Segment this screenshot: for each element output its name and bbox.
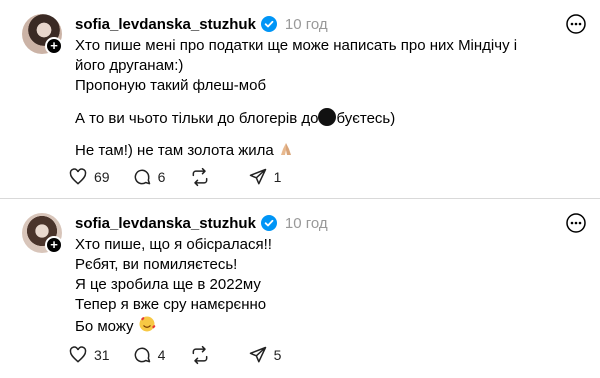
follow-plus-icon[interactable]: + [45,236,63,254]
post-header: sofia_levdanska_stuzhuk 10 год [75,14,328,34]
comment-button[interactable]: 6 [132,167,168,187]
send-icon [249,346,266,363]
repost-icon [192,345,207,365]
more-options-icon[interactable] [566,213,586,233]
smiling-face-with-hearts-icon [139,316,156,332]
post-header: sofia_levdanska_stuzhuk 10 год [75,213,328,233]
heart-icon [69,168,87,185]
username-link[interactable]: sofia_levdanska_stuzhuk [75,215,256,232]
scribble-redaction [318,108,337,126]
verified-badge-icon [260,16,277,32]
post-actions: 31 4 5 [68,345,306,365]
share-count: 5 [273,347,282,363]
post-actions: 69 6 1 [68,167,306,187]
post-line: Рєбят, ви помиляєтесь! [75,256,238,273]
like-count: 31 [94,347,110,363]
post-line: А то ви чьото тільки до блогерів до буєте… [75,108,396,127]
praying-hands-icon [280,143,291,155]
avatar[interactable]: + [22,213,63,254]
post-line: Бо можу [75,315,575,337]
post-timestamp[interactable]: 10 год [285,215,328,232]
like-button[interactable]: 69 [68,167,110,187]
comment-icon [134,347,150,363]
send-icon [249,168,266,185]
post-line: Хто пише, що я обісралася!! [75,236,272,253]
post-text: Хто пише, що я обісралася!! Рєбят, ви по… [75,235,575,337]
comment-icon [134,169,150,185]
post: + sofia_levdanska_stuzhuk 10 год Хто пиш… [0,0,600,198]
share-button[interactable]: 1 [248,167,284,187]
post: + sofia_levdanska_stuzhuk 10 год Хто пиш… [0,199,600,378]
post-line: його друганам:) [75,57,184,74]
repost-button[interactable] [190,345,226,365]
post-line: Я це зробила ще в 2022му [75,276,261,293]
username-link[interactable]: sofia_levdanska_stuzhuk [75,16,256,33]
post-line: Не там!) не там золота жила [75,141,575,161]
verified-badge-icon [260,215,277,231]
repost-button[interactable] [190,167,226,187]
like-count: 69 [94,169,110,185]
heart-icon [69,346,87,363]
more-options-icon[interactable] [566,14,586,34]
post-text: Хто пише мені про податки ще може написа… [75,36,575,161]
comment-count: 6 [157,169,166,185]
follow-plus-icon[interactable]: + [45,37,63,55]
post-line: Пропоную такий флеш-моб [75,77,267,94]
avatar[interactable]: + [22,14,63,55]
repost-icon [192,167,207,187]
post-line: Тепер я вже сру намєрєнно [75,296,267,313]
post-line: Хто пише мені про податки ще може написа… [75,37,518,54]
share-button[interactable]: 5 [248,345,284,365]
comment-count: 4 [157,347,166,363]
like-button[interactable]: 31 [68,345,110,365]
comment-button[interactable]: 4 [132,345,168,365]
post-timestamp[interactable]: 10 год [285,16,328,33]
share-count: 1 [273,169,282,185]
